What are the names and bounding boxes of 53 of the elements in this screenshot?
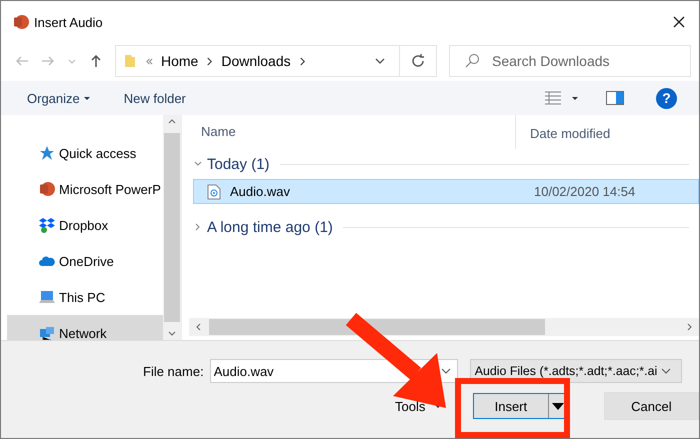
chevron-down-icon	[661, 366, 672, 376]
network-icon	[39, 325, 55, 340]
cancel-button[interactable]: Cancel	[604, 392, 699, 420]
scroll-up-icon[interactable]	[168, 118, 176, 126]
search-box[interactable]: Search Downloads	[449, 45, 691, 77]
file-type-dropdown[interactable]: Audio Files (*.adts;*.adt;*.aac;*.ai	[470, 359, 682, 383]
group-header[interactable]: Today (1)	[207, 156, 270, 172]
sidebar-item[interactable]: This PC	[7, 279, 163, 315]
window-title: Insert Audio	[34, 14, 103, 30]
vertical-scrollbar[interactable]	[163, 115, 181, 340]
sidebar-item[interactable]: Network	[7, 315, 163, 340]
file-date: 10/02/2020 14:54	[534, 184, 636, 199]
view-list-icon[interactable]	[544, 91, 562, 105]
sidebar-item[interactable]: Microsoft PowerP	[7, 171, 163, 207]
refresh-icon	[410, 53, 426, 69]
file-name-field[interactable]: Audio.wav	[214, 360, 441, 382]
new-folder-button[interactable]: New folder	[124, 90, 186, 106]
breadcrumb[interactable]: Home	[161, 53, 198, 69]
breadcrumb[interactable]: Downloads	[221, 53, 291, 69]
group-header[interactable]: A long time ago (1)	[207, 218, 333, 236]
chevron-right-icon[interactable]	[206, 56, 214, 66]
sidebar-item[interactable]: Quick access	[7, 135, 163, 171]
chevron-right-icon[interactable]	[298, 56, 306, 66]
up-arrow-icon[interactable]	[89, 54, 103, 68]
chevron-down-icon[interactable]	[375, 56, 385, 66]
computer-icon	[39, 289, 55, 305]
dropdown-caret[interactable]	[572, 96, 578, 100]
search-icon	[464, 53, 480, 69]
star-icon	[39, 145, 55, 161]
file-name-label: File name:	[143, 364, 204, 378]
double-chevron-icon[interactable]	[146, 58, 153, 64]
scroll-right-icon[interactable]	[685, 323, 693, 331]
powerpoint-icon	[13, 14, 29, 30]
column-header[interactable]: Date modified	[516, 115, 610, 149]
scroll-left-icon[interactable]	[195, 323, 203, 331]
preview-pane-icon[interactable]	[606, 91, 624, 105]
audio-file-icon	[206, 184, 222, 200]
address-bar[interactable]: Home Downloads	[115, 45, 437, 77]
file-row[interactable]: Audio.wav 10/02/2020 14:54	[193, 179, 699, 204]
folder-icon	[122, 53, 138, 69]
search-field[interactable]: Search Downloads	[492, 47, 690, 75]
help-button[interactable]: ?	[656, 88, 677, 108]
close-icon[interactable]	[673, 16, 685, 28]
column-header[interactable]: Name	[189, 115, 516, 149]
file-name: Audio.wav	[230, 184, 291, 199]
horizontal-scrollbar[interactable]	[189, 318, 699, 336]
sidebar-item[interactable]: Dropbox	[7, 207, 163, 243]
sidebar-item[interactable]: OneDrive	[7, 243, 163, 279]
powerpoint-icon	[39, 181, 55, 197]
dropbox-icon	[39, 217, 55, 233]
chevron-down-icon[interactable]	[440, 366, 451, 376]
organize-menu[interactable]: Organize	[27, 90, 90, 106]
scroll-down-icon[interactable]	[168, 329, 176, 337]
